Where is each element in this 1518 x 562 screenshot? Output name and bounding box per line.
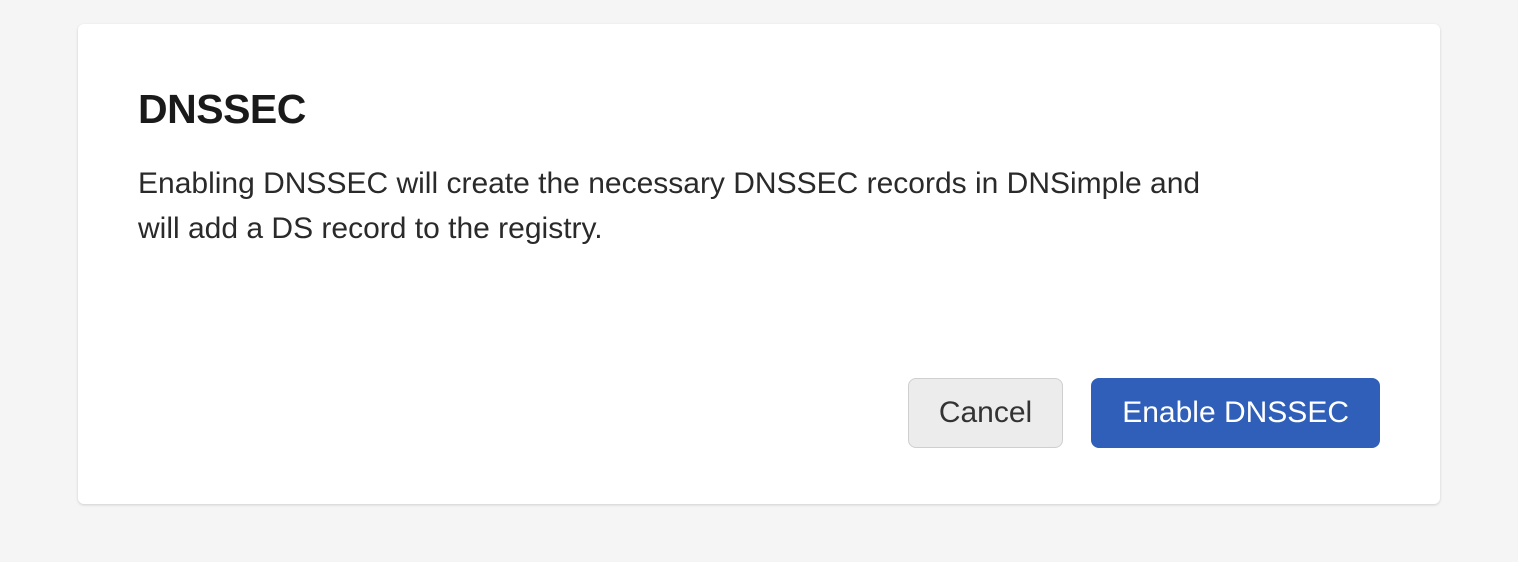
dnssec-dialog: DNSSEC Enabling DNSSEC will create the n… — [78, 24, 1440, 504]
cancel-button[interactable]: Cancel — [908, 378, 1063, 448]
enable-dnssec-button[interactable]: Enable DNSSEC — [1091, 378, 1380, 448]
dialog-button-row: Cancel Enable DNSSEC — [138, 378, 1380, 448]
dialog-title: DNSSEC — [138, 86, 1380, 133]
dialog-description: Enabling DNSSEC will create the necessar… — [138, 161, 1218, 251]
